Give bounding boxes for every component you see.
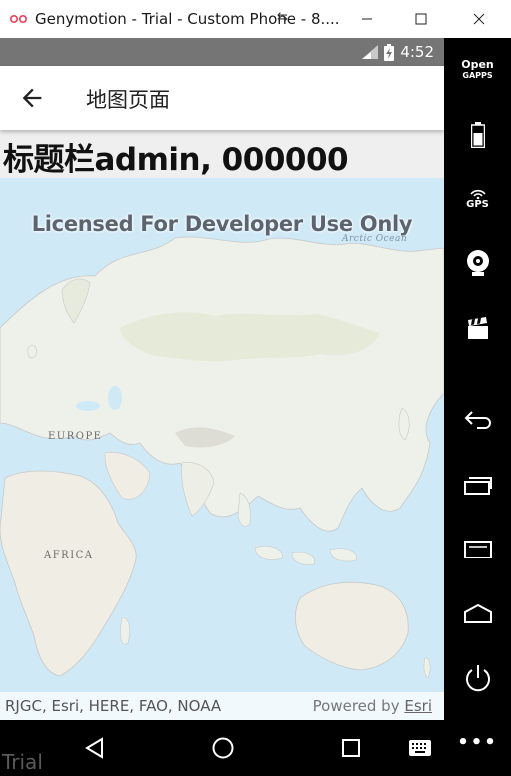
status-time: 4:52 [400,43,434,61]
clapperboard-icon [467,317,488,339]
powered-by: Powered by Esri [313,697,432,715]
map-view[interactable]: Licensed For Developer Use Only Arctic O… [0,178,444,720]
map-label-arctic-ocean: Arctic Ocean [342,234,408,244]
page-title: 地图页面 [86,88,170,112]
screencast-widget-button[interactable] [444,314,511,344]
signal-icon [362,45,379,59]
trial-watermark: Trial [2,750,43,774]
arrow-back-icon [22,88,42,108]
map-attribution-bar: RJGC, Esri, HERE, FAO, NOAA Powered by E… [0,692,444,720]
android-nav-bar [0,720,444,776]
close-button[interactable] [456,0,502,38]
window-title: Genymotion - Trial - Custom Phone - 8...… [35,10,340,28]
minimize-icon [362,18,372,20]
map-attribution: RJGC, Esri, HERE, FAO, NOAA [5,697,222,715]
keyboard-icon [409,740,431,756]
recents-windows-icon [463,477,492,495]
home-outline-icon [463,603,492,623]
genymotion-sidebar: Open GAPPS GPS ••• [444,38,511,776]
power-icon [465,665,490,692]
nav-back-icon [85,737,103,759]
close-icon [473,13,485,25]
genymotion-logo-icon [10,14,28,24]
esri-link[interactable]: Esri [404,697,432,715]
battery-charging-icon [384,43,395,61]
camera-widget-button[interactable] [444,248,511,278]
open-gapps-line1: Open [461,58,494,71]
heading-text: 标题栏admin, 000000 [3,142,349,178]
webcam-icon [466,250,489,276]
device-back-button[interactable] [444,404,511,434]
more-options-button[interactable]: ••• [444,730,511,754]
basemap-graphic [0,178,444,720]
nav-back-button[interactable] [78,732,112,764]
minimize-button[interactable] [344,0,390,38]
gps-label: GPS [466,198,489,210]
maximize-icon [415,13,427,25]
return-arrow-icon [464,411,491,429]
nav-home-button[interactable] [206,732,240,764]
nav-recents-icon [342,739,360,757]
open-gapps-button[interactable]: Open GAPPS [444,56,511,84]
battery-widget-button[interactable] [444,120,511,150]
power-button[interactable] [444,662,511,694]
resize-arrows-icon: ⇆ [277,10,288,25]
window-titlebar: Genymotion - Trial - Custom Phone - 8...… [0,0,511,38]
nav-recents-button[interactable] [334,732,368,764]
back-button[interactable] [18,84,48,112]
gps-widget-button[interactable]: GPS [444,184,511,214]
maximize-button[interactable] [398,0,444,38]
nav-home-icon [212,737,234,759]
device-home-button[interactable] [444,600,511,626]
gps-signal-icon [469,189,486,199]
more-options-icon: ••• [457,731,498,753]
battery-icon [470,122,485,148]
open-gapps-line2: GAPPS [462,71,493,80]
device-recents-button[interactable] [444,470,511,500]
map-label-europe: EUROPE [48,431,103,442]
menu-icon [463,541,492,558]
powered-by-prefix: Powered by [312,697,405,715]
map-watermark: Licensed For Developer Use Only [31,212,413,236]
map-label-africa: AFRICA [44,550,94,561]
app-bar: 地图页面 [0,66,444,130]
device-menu-button[interactable] [444,538,511,560]
keyboard-button[interactable] [403,732,437,764]
status-bar: 4:52 [0,38,444,66]
